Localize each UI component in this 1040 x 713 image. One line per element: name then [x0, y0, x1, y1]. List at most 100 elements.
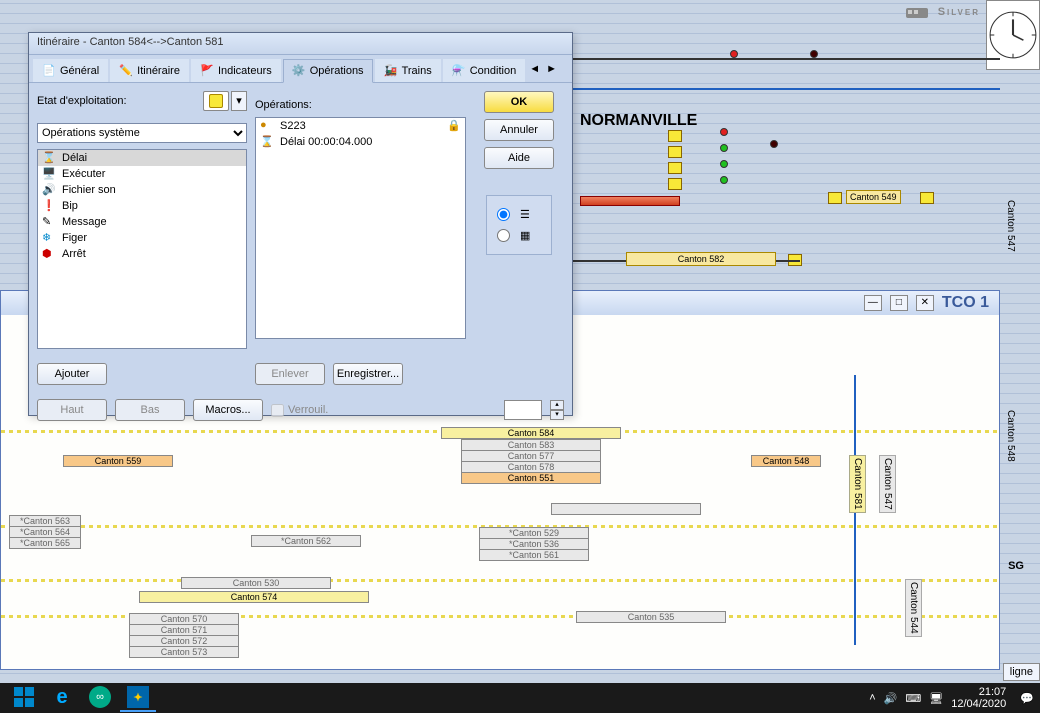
tab-trains[interactable]: 🚂 Trains	[375, 59, 441, 82]
tab-itineraire[interactable]: ✏️Itinéraire	[110, 59, 189, 82]
taskbar-clock[interactable]: 21:07 12/04/2020	[951, 686, 1012, 710]
edge-button[interactable]: e	[44, 684, 80, 712]
block-canton[interactable]: Canton 548	[751, 455, 821, 467]
windows-icon	[14, 687, 34, 707]
notifications-icon[interactable]: 💬	[1020, 692, 1034, 705]
list-item[interactable]: ● S223 🔒	[256, 118, 465, 134]
block-canton[interactable]	[551, 503, 701, 515]
operations-list[interactable]: ● S223 🔒 ⌛ Délai 00:00:04.000	[255, 117, 466, 339]
enregistrer-button[interactable]: Enregistrer...	[333, 363, 403, 385]
tab-condition[interactable]: ⚗️ Condition	[443, 59, 525, 82]
flask-icon: ⚗️	[452, 64, 466, 78]
block-canton[interactable]: *Canton 562	[251, 535, 361, 547]
tab-indicateurs[interactable]: 🚩Indicateurs	[191, 59, 281, 82]
clock-date: 12/04/2020	[951, 698, 1006, 710]
network-icon[interactable]: 🖥	[929, 692, 943, 705]
item-label: Exécuter	[62, 168, 105, 180]
sg-label: SG	[1008, 560, 1024, 572]
sys-ops-list[interactable]: ⌛ Délai 🖥️Exécuter 🔊Fichier son ❗ Bip ✎Mes…	[37, 149, 247, 349]
bell-icon: ❗	[42, 199, 56, 213]
tab-label: Trains	[402, 65, 432, 77]
block-canton[interactable]: Canton 551	[461, 472, 601, 484]
block-canton[interactable]: Canton 573	[129, 646, 239, 658]
close-button[interactable]: ✕	[916, 295, 934, 311]
block-vertical[interactable]: Canton 581	[849, 455, 866, 513]
page-icon: 📄	[42, 64, 56, 78]
list-item[interactable]: ❄Figer	[38, 230, 246, 246]
app-button[interactable]: ✦	[120, 684, 156, 712]
tab-label: Condition	[470, 65, 516, 77]
chevron-up-icon[interactable]: ˄	[869, 692, 875, 704]
block-canton[interactable]: Canton 530	[181, 577, 331, 589]
block-canton[interactable]: Canton 559	[63, 455, 173, 467]
numeric-input[interactable]	[504, 400, 542, 420]
ok-button[interactable]: OK	[484, 91, 554, 113]
aide-button[interactable]: Aide	[484, 147, 554, 169]
signal-green	[720, 176, 728, 184]
signal-dark	[810, 50, 818, 58]
sys-ops-combo[interactable]: Opérations système	[37, 123, 247, 143]
block-canton[interactable]: Canton 574	[139, 591, 369, 603]
list-item[interactable]: ⌛ Délai 00:00:04.000	[256, 134, 465, 150]
haut-button[interactable]: Haut	[37, 399, 107, 421]
list-item[interactable]: ❗ Bip	[38, 198, 246, 214]
taskbar: e ∞ ✦ ˄ 🔊 ⌨ 🖥 21:07 12/04/2020 💬	[0, 683, 1040, 713]
tab-general[interactable]: 📄 Général	[33, 59, 108, 82]
list-item[interactable]: ✎Message	[38, 214, 246, 230]
item-label: S223	[280, 120, 441, 132]
item-label: Délai 00:00:04.000	[280, 136, 372, 148]
canton-vertical-label: Canton 547	[1005, 200, 1016, 252]
block-canton[interactable]: *Canton 561	[479, 549, 589, 561]
list-item[interactable]: ⌛ Délai	[38, 150, 246, 166]
list-item[interactable]: ⬢Arrêt	[38, 246, 246, 262]
view-grid-radio[interactable]	[497, 229, 510, 242]
keyboard-icon[interactable]: ⌨	[905, 692, 921, 705]
status-dropdown[interactable]: ▾	[231, 91, 247, 111]
spin-up[interactable]: ▴	[550, 400, 564, 410]
tab-label: Général	[60, 65, 99, 77]
tab-label: Itinéraire	[137, 65, 180, 77]
list-item[interactable]: 🔊Fichier son	[38, 182, 246, 198]
item-label: Délai	[62, 152, 87, 164]
bas-button[interactable]: Bas	[115, 399, 185, 421]
pencil-icon: ✎	[42, 215, 56, 229]
list-item[interactable]: 🖥️Exécuter	[38, 166, 246, 182]
spin-down[interactable]: ▾	[550, 410, 564, 420]
block-canton[interactable]: Canton 535	[576, 611, 726, 623]
ajouter-button[interactable]: Ajouter	[37, 363, 107, 385]
tab-scroll-right[interactable]: ►	[544, 59, 559, 82]
minimize-button[interactable]: —	[864, 295, 882, 311]
ligne-tab[interactable]: ligne	[1003, 663, 1040, 681]
block-canton[interactable]: *Canton 565	[9, 537, 81, 549]
sound-icon[interactable]: 🔊	[884, 692, 898, 705]
spinner[interactable]: ▴▾	[550, 400, 564, 420]
arduino-button[interactable]: ∞	[82, 684, 118, 712]
enlever-button[interactable]: Enlever	[255, 363, 325, 385]
hourglass-icon: ⌛	[42, 151, 56, 165]
lock-icon: 🔒	[447, 119, 461, 133]
tab-operations[interactable]: ⚙️Opérations	[283, 59, 373, 83]
annuler-button[interactable]: Annuler	[484, 119, 554, 141]
block-vertical[interactable]: Canton 544	[905, 579, 922, 637]
item-label: Fichier son	[62, 184, 116, 196]
signal-green	[720, 144, 728, 152]
start-button[interactable]	[6, 684, 42, 712]
track-end	[668, 162, 682, 174]
signal-red	[730, 50, 738, 58]
item-label: Bip	[62, 200, 78, 212]
canton-label: Canton 549	[846, 190, 901, 204]
macros-button[interactable]: Macros...	[193, 399, 263, 421]
view-list-radio[interactable]	[497, 208, 510, 221]
block-vertical[interactable]: Canton 547	[879, 455, 896, 513]
station-name: NORMANVILLE	[580, 112, 697, 130]
list-icon: ☰	[520, 208, 530, 221]
track-end	[920, 192, 934, 204]
maximize-button[interactable]: □	[890, 295, 908, 311]
app-icon: ✦	[127, 686, 149, 708]
train-icon: 🚂	[384, 64, 398, 78]
dialog-title[interactable]: Itinéraire - Canton 584<-->Canton 581	[29, 33, 572, 55]
status-indicator[interactable]	[203, 91, 229, 111]
tab-scroll-left[interactable]: ◄	[527, 59, 542, 82]
verrou-checkbox[interactable]: Verrouil.	[271, 404, 328, 417]
verrou-label: Verrouil.	[288, 404, 328, 416]
